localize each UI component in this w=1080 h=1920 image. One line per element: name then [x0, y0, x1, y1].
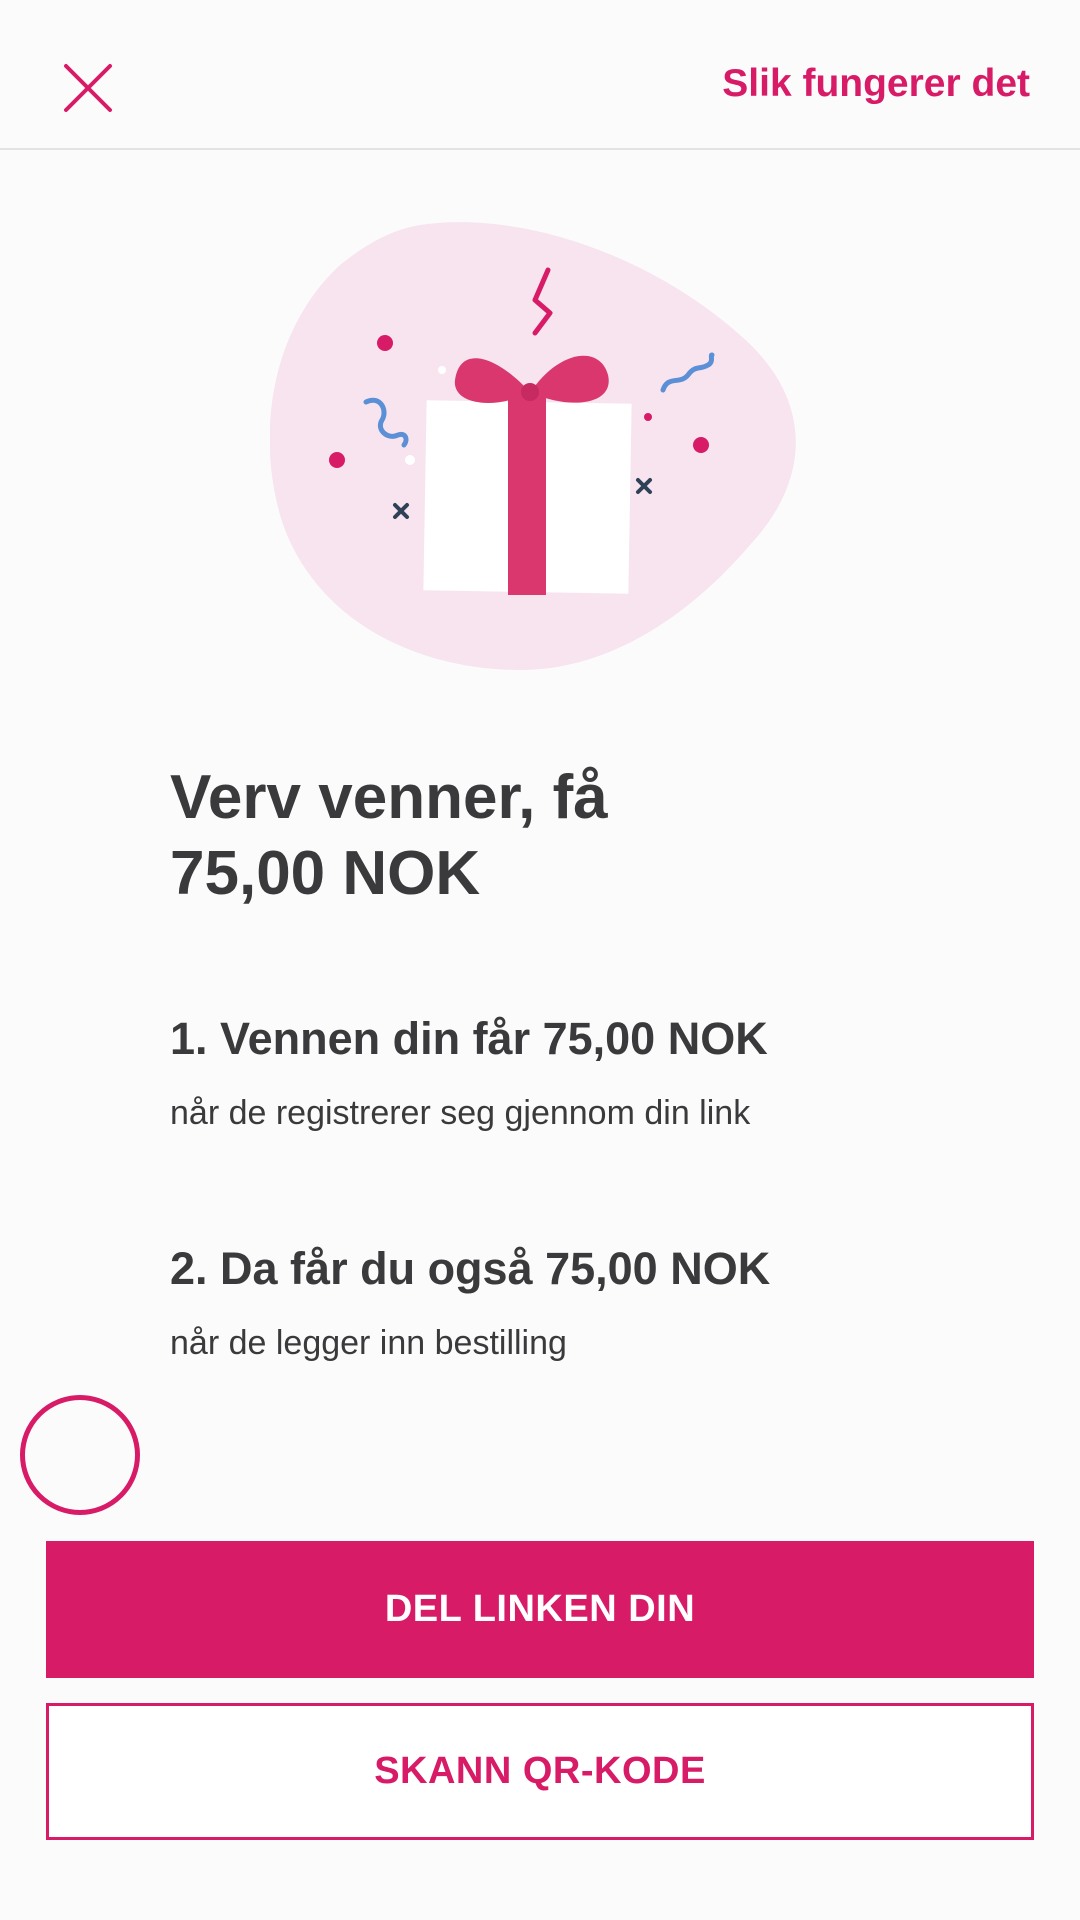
step-1-description: når de registrerer seg gjennom din link: [170, 1094, 751, 1132]
headline-block: Verv venner, få 75,00 NOK: [170, 760, 1030, 912]
close-button[interactable]: [56, 56, 120, 120]
page-title: Verv venner, få 75,00 NOK: [170, 760, 1030, 912]
gift-ribbon: [508, 395, 546, 595]
step-2-title: 2. Da får du også 75,00 NOK: [170, 1243, 771, 1294]
gift-icon: [269, 222, 796, 670]
gift-illustration: [269, 215, 810, 675]
step-1-title: 1. Vennen din får 75,00 NOK: [170, 1013, 768, 1064]
touch-indicator-ring: [20, 1395, 140, 1515]
headline-line-2: 75,00 NOK: [170, 839, 481, 908]
close-icon: [64, 64, 112, 112]
step-2-description: når de legger inn bestilling: [170, 1324, 567, 1362]
how-it-works-link[interactable]: Slik fungerer det: [722, 62, 1030, 106]
share-link-button[interactable]: DEL LINKEN DIN: [46, 1541, 1034, 1678]
headline-line-1: Verv venner, få: [170, 763, 608, 832]
scan-qr-button[interactable]: SKANN QR-KODE: [46, 1703, 1034, 1840]
referral-screen: Slik fungerer det Verv venner, få 75,00 …: [0, 0, 1080, 1920]
top-bar: Slik fungerer det: [0, 0, 1080, 150]
